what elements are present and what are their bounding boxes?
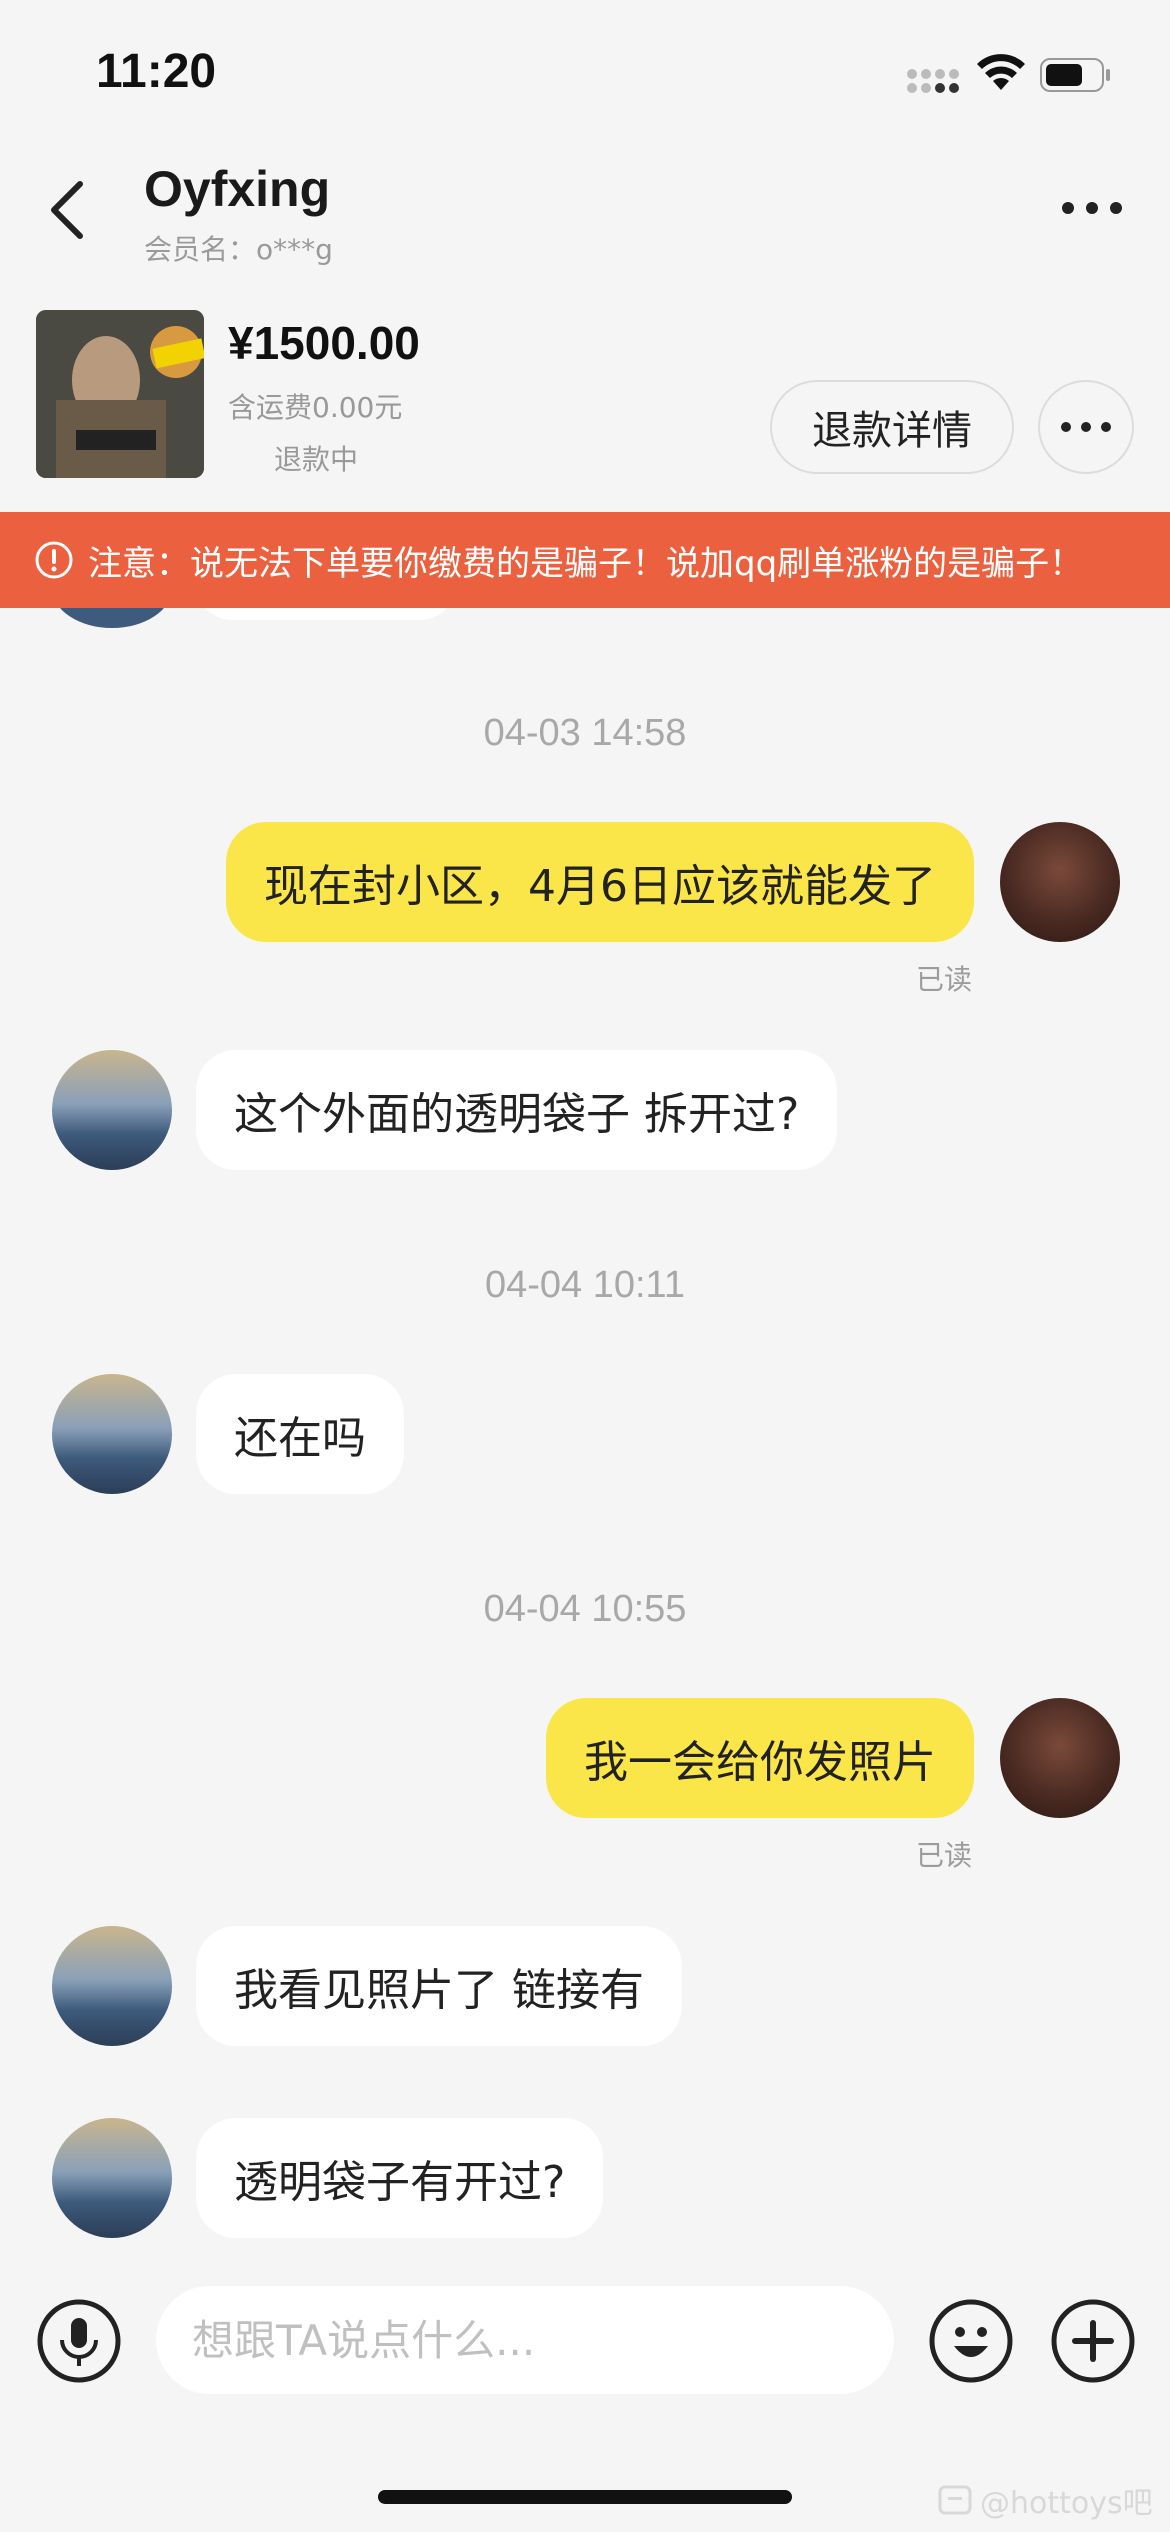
more-options-button[interactable]	[1052, 180, 1132, 240]
wifi-icon	[977, 54, 1025, 90]
timestamp: 04-04 10:11	[484, 1264, 686, 1306]
product-shipping: 含运费0.00元	[228, 391, 403, 424]
order-status: 退款中	[274, 443, 359, 476]
message-bubble-other[interactable]: 透明袋子有开过?	[196, 2118, 604, 2238]
message-bubble-partial	[196, 608, 456, 620]
warning-text: 注意：说无法下单要你缴费的是骗子！说加qq刷单涨粉的是骗子！	[88, 543, 1084, 584]
message-bubble-self[interactable]: 现在封小区，4月6日应该就能发了	[226, 822, 974, 942]
member-name: 会员名：o***g	[144, 233, 333, 266]
avatar-other[interactable]	[52, 1926, 172, 2046]
watermark: @hottoys吧	[938, 2478, 1153, 2522]
message-bubble-other[interactable]: 还在吗	[196, 1374, 404, 1494]
avatar-self[interactable]	[1000, 1698, 1120, 1818]
read-status: 已读	[916, 1839, 973, 1872]
message-bubble-other[interactable]: 这个外面的透明袋子 拆开过?	[196, 1050, 838, 1170]
message-input[interactable]	[156, 2286, 894, 2394]
product-price: ¥1500.00	[228, 317, 420, 369]
status-time: 11:20	[96, 45, 217, 98]
chat-header: Oyfxing 会员名：o***g	[0, 150, 1170, 290]
status-bar: 11:20	[0, 0, 1170, 150]
product-thumbnail[interactable]	[36, 310, 204, 478]
watermark-text: @hottoys吧	[980, 2486, 1153, 2521]
plus-icon[interactable]	[1050, 2298, 1136, 2384]
avatar	[52, 608, 172, 628]
avatar-other[interactable]	[52, 2118, 172, 2238]
product-card[interactable]: ¥1500.00 含运费0.00元 退款中 退款详情	[0, 298, 1170, 510]
refund-detail-button[interactable]: 退款详情	[770, 380, 1014, 474]
back-button[interactable]	[40, 170, 100, 250]
watermark-logo-icon	[938, 2485, 972, 2515]
card-more-button[interactable]	[1038, 380, 1134, 474]
more-dots-icon	[1061, 422, 1111, 432]
avatar-other[interactable]	[52, 1050, 172, 1170]
avatar-other[interactable]	[52, 1374, 172, 1494]
battery-icon	[1040, 58, 1110, 92]
avatar-self[interactable]	[1000, 822, 1120, 942]
warning-circle-icon	[35, 541, 73, 579]
message-bubble-self[interactable]: 我一会给你发照片	[546, 1698, 974, 1818]
home-indicator[interactable]	[378, 2490, 792, 2504]
microphone-icon[interactable]	[36, 2298, 122, 2384]
timestamp: 04-04 10:55	[483, 1588, 687, 1630]
product-image-icon	[36, 310, 204, 478]
emoji-icon[interactable]	[928, 2298, 1014, 2384]
cellular-signal-icon	[907, 69, 959, 93]
read-status: 已读	[916, 963, 973, 996]
timestamp: 04-03 14:58	[483, 712, 687, 754]
contact-name: Oyfxing	[144, 161, 331, 217]
message-bubble-other[interactable]: 我看见照片了 链接有	[196, 1926, 682, 2046]
message-input-bar	[0, 2248, 1170, 2428]
chat-message-list[interactable]: 04-03 14:58 现在封小区，4月6日应该就能发了 已读 这个外面的透明袋…	[0, 608, 1170, 2248]
scam-warning-banner: 注意：说无法下单要你缴费的是骗子！说加qq刷单涨粉的是骗子！	[0, 512, 1170, 608]
